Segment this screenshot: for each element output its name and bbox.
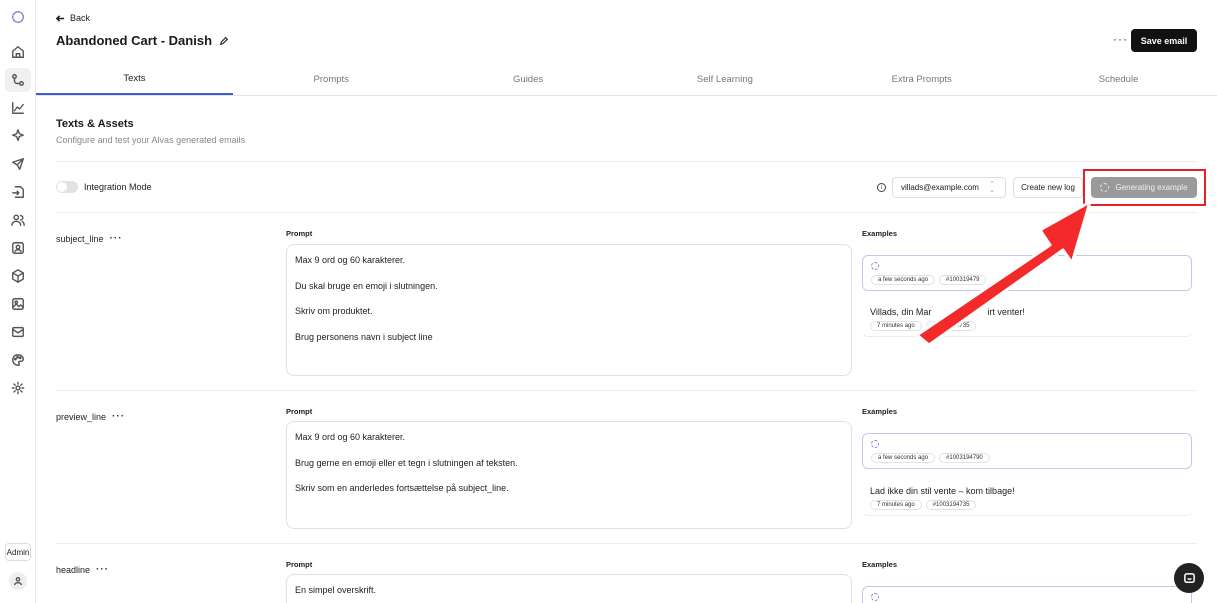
spinner-icon xyxy=(871,262,879,270)
id-chip: #1003194735 xyxy=(925,500,977,510)
page-title-row: Abandoned Cart - Danish xyxy=(56,33,229,48)
field-more-button[interactable]: ··· xyxy=(110,234,123,244)
prompt-line: Brug gerne en emoji eller et tegn i slut… xyxy=(295,457,518,468)
divider xyxy=(56,390,1197,391)
field-name-label: preview_line xyxy=(56,412,107,422)
tab-schedule[interactable]: Schedule xyxy=(1020,64,1217,95)
prompt-line: En simpel overskrift. xyxy=(295,585,377,595)
prompt-line: Max 9 ord og 60 karakterer. xyxy=(295,255,406,265)
spinner-icon xyxy=(871,440,879,448)
mail-icon[interactable] xyxy=(9,323,27,341)
info-icon[interactable]: i xyxy=(877,183,886,192)
contact-icon[interactable] xyxy=(9,239,27,257)
tab-prompts[interactable]: Prompts xyxy=(233,64,430,95)
id-chip: #1003194790 xyxy=(939,453,990,463)
prompt-label: Prompt xyxy=(286,229,313,238)
prompt-line: Skriv som en anderledes fortsættelse på … xyxy=(295,483,509,493)
tab-bar: Texts Prompts Guides Self Learning Extra… xyxy=(36,64,1217,96)
time-chip: a few seconds ago xyxy=(871,453,936,463)
time-chip: 7 minutes ago xyxy=(870,500,922,510)
user-icon[interactable] xyxy=(9,572,27,590)
logo-icon[interactable] xyxy=(9,8,27,26)
divider xyxy=(56,161,1197,162)
chat-button[interactable] xyxy=(1174,563,1204,593)
prompt-label: Prompt xyxy=(286,407,313,416)
prompt-textarea[interactable]: Max 9 ord og 60 karakterer. Du skal brug… xyxy=(286,244,852,376)
sparkle-icon[interactable] xyxy=(9,127,27,145)
flow-icon[interactable] xyxy=(5,68,31,92)
tab-texts[interactable]: Texts xyxy=(36,64,233,95)
arrow-left-icon xyxy=(56,14,65,22)
spinner-icon xyxy=(871,593,879,601)
import-icon[interactable] xyxy=(9,183,27,201)
divider xyxy=(56,543,1197,544)
examples-label: Examples xyxy=(862,560,898,569)
field-subject-line: subject_line ··· xyxy=(56,234,123,245)
prompt-label: Prompt xyxy=(286,560,313,569)
example-card[interactable]: Lad ikke din stil vente – kom tilbage! 7… xyxy=(862,480,1192,516)
gear-icon[interactable] xyxy=(9,379,27,397)
prompt-line: Du skal bruge en emoji i slutningen. xyxy=(295,280,438,291)
package-icon[interactable] xyxy=(9,267,27,285)
example-card-generating[interactable]: a few seconds ago #1003194790 xyxy=(862,433,1192,469)
examples-label: Examples xyxy=(862,407,898,416)
chat-icon xyxy=(1183,572,1195,583)
home-icon[interactable] xyxy=(9,43,27,61)
integration-mode-toggle[interactable] xyxy=(56,181,78,193)
back-label: Back xyxy=(70,13,91,23)
annotation-arrow xyxy=(915,200,1092,347)
field-headline: headline ··· xyxy=(56,565,109,576)
prompt-line: Brug personens navn i subject line xyxy=(295,331,433,342)
back-link[interactable]: Back xyxy=(56,13,90,23)
field-more-button[interactable]: ··· xyxy=(112,412,125,422)
prompt-line: Max 9 ord og 60 karakterer. xyxy=(295,432,406,442)
admin-badge[interactable]: Admin xyxy=(5,543,31,561)
integration-mode-label: Integration Mode xyxy=(84,182,152,192)
examples-label: Examples xyxy=(862,229,898,238)
section-title: Texts & Assets xyxy=(56,118,134,130)
example-card-generating[interactable] xyxy=(862,586,1192,603)
prompt-line: Skriv om produktet. xyxy=(295,306,373,316)
save-email-button[interactable]: Save email xyxy=(1131,29,1197,52)
send-icon[interactable] xyxy=(9,155,27,173)
palette-icon[interactable] xyxy=(9,351,27,369)
prompt-textarea[interactable]: En simpel overskrift. xyxy=(286,574,852,603)
section-subtitle: Configure and test your Alvas generated … xyxy=(56,135,246,145)
tab-self-learning[interactable]: Self Learning xyxy=(626,64,823,95)
users-icon[interactable] xyxy=(9,211,27,229)
field-name-label: subject_line xyxy=(56,234,104,244)
example-text: Lad ikke din stil vente – kom tilbage! xyxy=(870,486,1015,496)
field-preview-line: preview_line ··· xyxy=(56,412,125,423)
page-title: Abandoned Cart - Danish xyxy=(56,33,213,48)
tab-extra-prompts[interactable]: Extra Prompts xyxy=(823,64,1020,95)
field-name-label: headline xyxy=(56,565,91,575)
prompt-textarea[interactable]: Max 9 ord og 60 karakterer. Brug gerne e… xyxy=(286,421,852,529)
pencil-icon[interactable] xyxy=(219,36,229,46)
sidebar: Admin xyxy=(0,0,36,603)
field-more-button[interactable]: ··· xyxy=(96,565,109,575)
chart-icon[interactable] xyxy=(9,99,27,117)
more-options-button[interactable]: ··· xyxy=(1113,32,1128,46)
image-icon[interactable] xyxy=(9,295,27,313)
tab-guides[interactable]: Guides xyxy=(430,64,627,95)
